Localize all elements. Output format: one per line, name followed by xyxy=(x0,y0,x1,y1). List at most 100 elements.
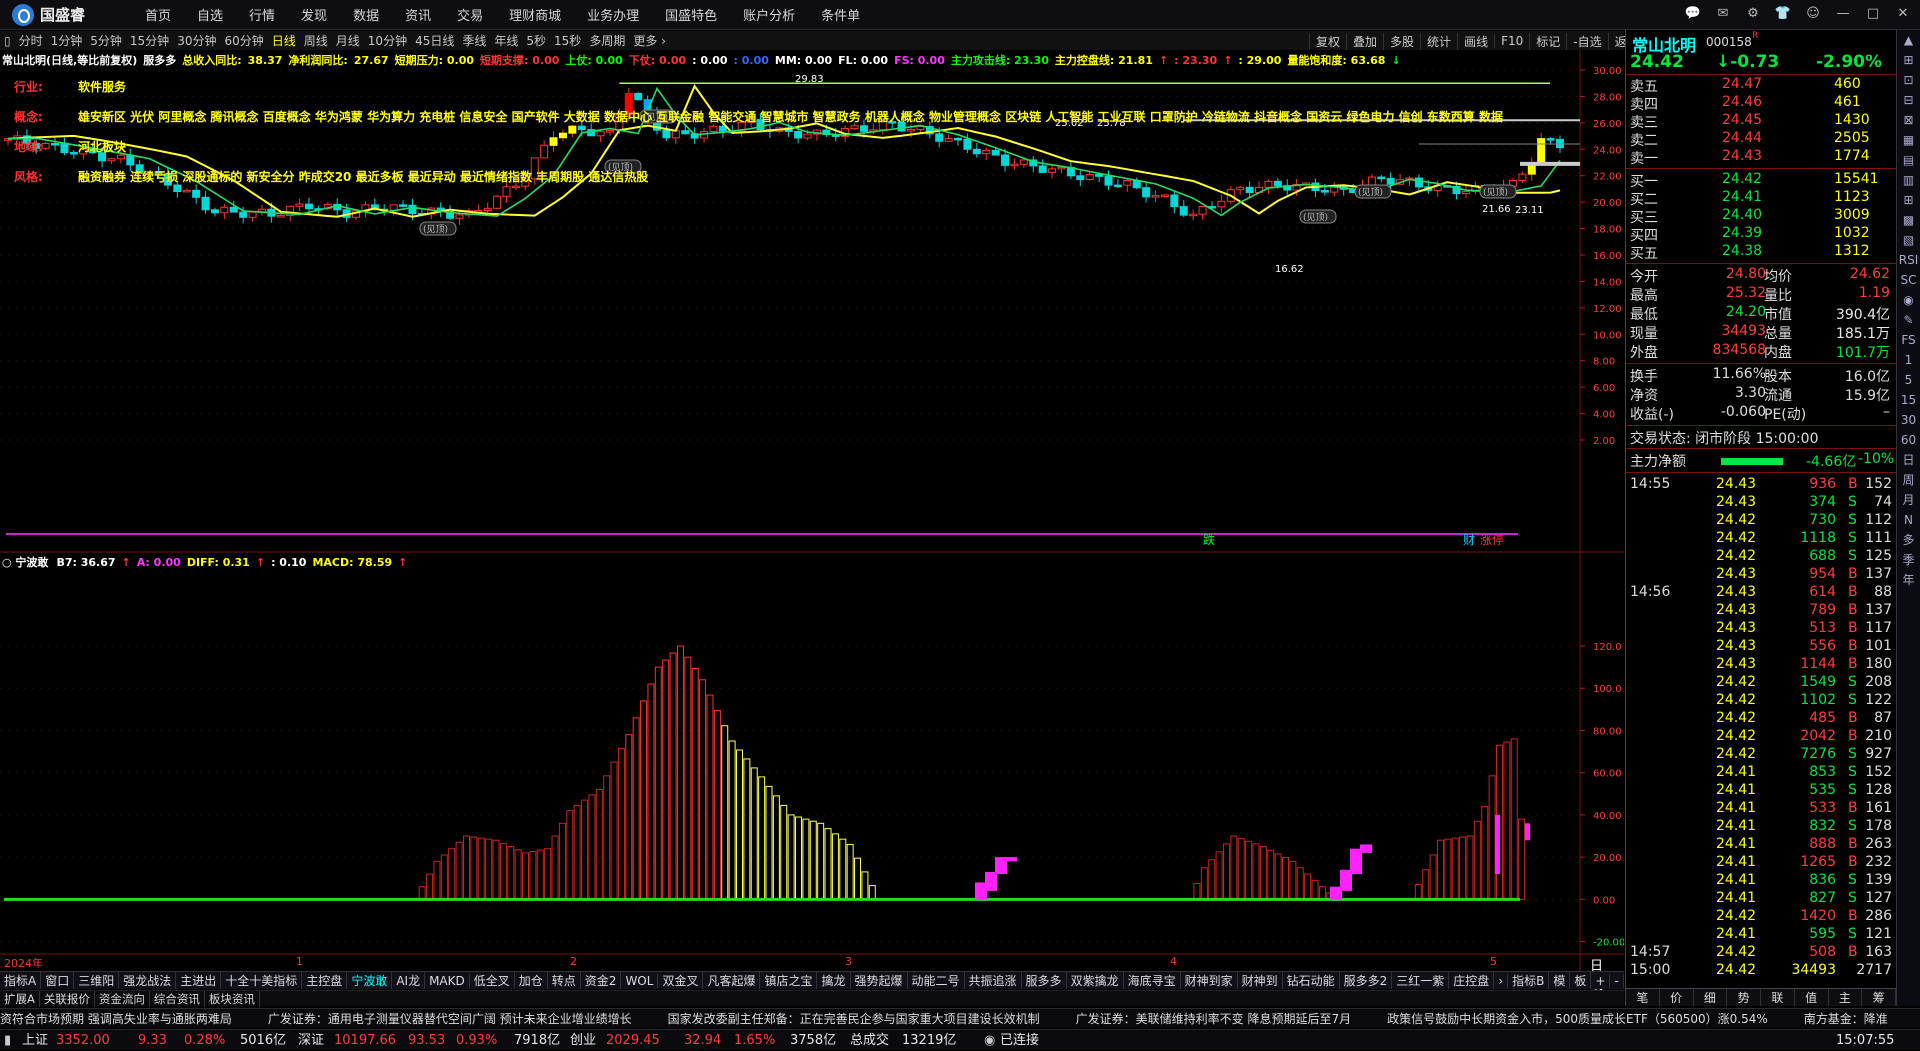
sidebar-btn-7[interactable]: ▥ xyxy=(1897,170,1920,190)
bottom-tab-0[interactable]: 扩展A xyxy=(0,990,40,1007)
sidebar-btn-16[interactable]: 1 xyxy=(1897,350,1920,370)
indicator-tab-14[interactable]: WOL xyxy=(621,973,659,988)
shirt-icon[interactable]: 👕 xyxy=(1772,4,1794,26)
toolbar-btn-2[interactable]: 多股 xyxy=(1383,32,1420,50)
indicator-tab-4[interactable]: 主进出 xyxy=(176,972,222,989)
period-tab-16[interactable]: 更多 › xyxy=(629,32,670,49)
sidebar-btn-4[interactable]: ⊠ xyxy=(1897,110,1920,130)
sidebar-btn-12[interactable]: SC xyxy=(1897,270,1920,290)
period-tab-3[interactable]: 15分钟 xyxy=(126,32,173,49)
indicator-tab-24[interactable]: 海底寻宝 xyxy=(1124,972,1181,989)
bottom-tab-1[interactable]: 关联报价 xyxy=(40,990,95,1007)
user-icon[interactable]: ☺ xyxy=(1802,4,1824,26)
sidebar-btn-3[interactable]: ⊟ xyxy=(1897,90,1920,110)
indicator-tab-33[interactable]: 模 xyxy=(1549,972,1571,989)
sidebar-btn-18[interactable]: 15 xyxy=(1897,390,1920,410)
indicator-tab-35[interactable]: + xyxy=(1591,973,1611,988)
period-tab-6[interactable]: 日线 xyxy=(268,32,300,49)
indicator-tab-20[interactable]: 动能二号 xyxy=(908,972,965,989)
indicator-tab-31[interactable]: › xyxy=(1494,973,1509,988)
indicator-tab-6[interactable]: 主控盘 xyxy=(302,972,348,989)
news-item[interactable]: 国家发改委副主任郑备：正在完善民企参与国家重大项目建设长效机制 xyxy=(668,1012,1040,1026)
indicator-tab-11[interactable]: 加仓 xyxy=(515,972,548,989)
period-tab-13[interactable]: 5秒 xyxy=(522,32,550,49)
quote-tab-1[interactable]: 价 xyxy=(1660,989,1694,1006)
menu-item-2[interactable]: 行情 xyxy=(236,5,288,24)
period-tab-8[interactable]: 月线 xyxy=(332,32,364,49)
period-tab-10[interactable]: 45日线 xyxy=(411,32,458,49)
indicator-tab-32[interactable]: 指标B xyxy=(1508,972,1550,989)
bottom-tab-3[interactable]: 综合资讯 xyxy=(150,990,205,1007)
quote-tab-5[interactable]: 值 xyxy=(1795,989,1829,1006)
sidebar-btn-27[interactable]: 年 xyxy=(1897,570,1920,590)
indicator-tab-34[interactable]: 板 xyxy=(1570,972,1592,989)
menu-item-6[interactable]: 交易 xyxy=(444,5,496,24)
indicator-tab-29[interactable]: 三红一紫 xyxy=(1392,972,1450,989)
menu-item-9[interactable]: 国盛特色 xyxy=(652,5,730,24)
sidebar-btn-19[interactable]: 30 xyxy=(1897,410,1920,430)
indicator-tab-2[interactable]: 三维阳 xyxy=(74,972,120,989)
indicator-tab-15[interactable]: 双金叉 xyxy=(658,972,704,989)
menu-item-1[interactable]: 自选 xyxy=(184,5,236,24)
sidebar-btn-17[interactable]: 5 xyxy=(1897,370,1920,390)
sidebar-btn-13[interactable]: ◉ xyxy=(1897,290,1920,310)
indicator-tab-1[interactable]: 窗口 xyxy=(41,972,75,989)
indicator-tab-0[interactable]: 指标A xyxy=(0,972,42,989)
menu-item-4[interactable]: 数据 xyxy=(340,5,392,24)
sidebar-btn-6[interactable]: ▤ xyxy=(1897,150,1920,170)
news-item[interactable]: 资符合市场预期 强调高失业率与通胀两难局 xyxy=(0,1012,232,1026)
period-tab-15[interactable]: 多周期 xyxy=(585,32,629,49)
app-logo[interactable]: 国盛睿 xyxy=(0,3,132,26)
news-item[interactable]: 广发证券：通用电子测量仪器替代空间广阔 预计未来企业增业绩增长 xyxy=(268,1012,632,1026)
indicator-tab-18[interactable]: 擒龙 xyxy=(817,972,851,989)
menu-item-7[interactable]: 理财商城 xyxy=(496,5,574,24)
quote-tab-4[interactable]: 联 xyxy=(1761,989,1795,1006)
chat-icon[interactable]: 💬 xyxy=(1682,4,1704,26)
sidebar-btn-11[interactable]: RSI xyxy=(1897,250,1920,270)
news-item[interactable]: 政策信号鼓励中长期资金入市，500质量成长ETF（560500）涨0.54% xyxy=(1387,1012,1768,1026)
period-tab-1[interactable]: 1分钟 xyxy=(47,32,87,49)
menu-item-5[interactable]: 资讯 xyxy=(392,5,444,24)
indicator-tab-30[interactable]: 庄控盘 xyxy=(1449,972,1495,989)
period-tab-11[interactable]: 季线 xyxy=(458,32,490,49)
indicator-tab-21[interactable]: 共振追涨 xyxy=(965,972,1022,989)
menu-item-0[interactable]: 首页 xyxy=(132,5,184,24)
indicator-tab-8[interactable]: AI龙 xyxy=(392,972,426,989)
indicator-tab-23[interactable]: 双紫擒龙 xyxy=(1067,972,1124,989)
indicator-tab-17[interactable]: 镇店之宝 xyxy=(760,972,818,989)
layout-toggle-icon[interactable]: ▯ xyxy=(0,34,15,48)
period-tab-12[interactable]: 年线 xyxy=(490,32,522,49)
sidebar-btn-1[interactable]: ⊞ xyxy=(1897,50,1920,70)
indicator-tab-28[interactable]: 服多多2 xyxy=(1340,972,1393,989)
sidebar-btn-22[interactable]: 周 xyxy=(1897,470,1920,490)
indicator-tab-5[interactable]: 十全十美指标 xyxy=(221,972,303,989)
indicator-tab-13[interactable]: 资金2 xyxy=(581,972,622,989)
maximize-icon[interactable]: □ xyxy=(1862,4,1884,26)
quote-tab-6[interactable]: 主 xyxy=(1829,989,1863,1006)
indicator-tab-22[interactable]: 服多多 xyxy=(1022,972,1067,989)
period-tab-7[interactable]: 周线 xyxy=(300,32,332,49)
indicator-tab-25[interactable]: 财神到家 xyxy=(1181,972,1238,989)
sidebar-btn-9[interactable]: ▩ xyxy=(1897,210,1920,230)
news-ticker[interactable]: 资符合市场预期 强调高失业率与通胀两难局 广发证券：通用电子测量仪器替代空间广阔 … xyxy=(0,1008,1920,1028)
sidebar-btn-24[interactable]: N xyxy=(1897,510,1920,530)
period-tab-2[interactable]: 5分钟 xyxy=(86,32,126,49)
toolbar-btn-4[interactable]: 画线 xyxy=(1457,32,1494,50)
toolbar-btn-7[interactable]: -自选 xyxy=(1566,32,1607,50)
sidebar-btn-10[interactable]: ▧ xyxy=(1897,230,1920,250)
indicator-tab-16[interactable]: 凡客起爆 xyxy=(703,972,761,989)
sidebar-btn-0[interactable]: ▲ xyxy=(1897,30,1920,50)
sidebar-btn-8[interactable]: ⊞ xyxy=(1897,190,1920,210)
toolbar-btn-5[interactable]: F10 xyxy=(1494,34,1529,48)
news-item[interactable]: 广发证券：美联储维持利率不变 降息预期延后至7月 xyxy=(1076,1012,1351,1026)
close-icon[interactable]: ✕ xyxy=(1892,4,1914,26)
toolbar-btn-3[interactable]: 统计 xyxy=(1420,32,1457,50)
bottom-tab-2[interactable]: 资金流向 xyxy=(95,990,150,1007)
quote-tab-3[interactable]: 势 xyxy=(1727,989,1761,1006)
menu-item-8[interactable]: 业务办理 xyxy=(574,5,652,24)
sidebar-btn-20[interactable]: 60 xyxy=(1897,430,1920,450)
menu-item-11[interactable]: 条件单 xyxy=(808,5,873,24)
quote-tab-2[interactable]: 细 xyxy=(1694,989,1728,1006)
period-tab-0[interactable]: 分时 xyxy=(15,32,47,49)
period-tab-14[interactable]: 15秒 xyxy=(550,32,585,49)
